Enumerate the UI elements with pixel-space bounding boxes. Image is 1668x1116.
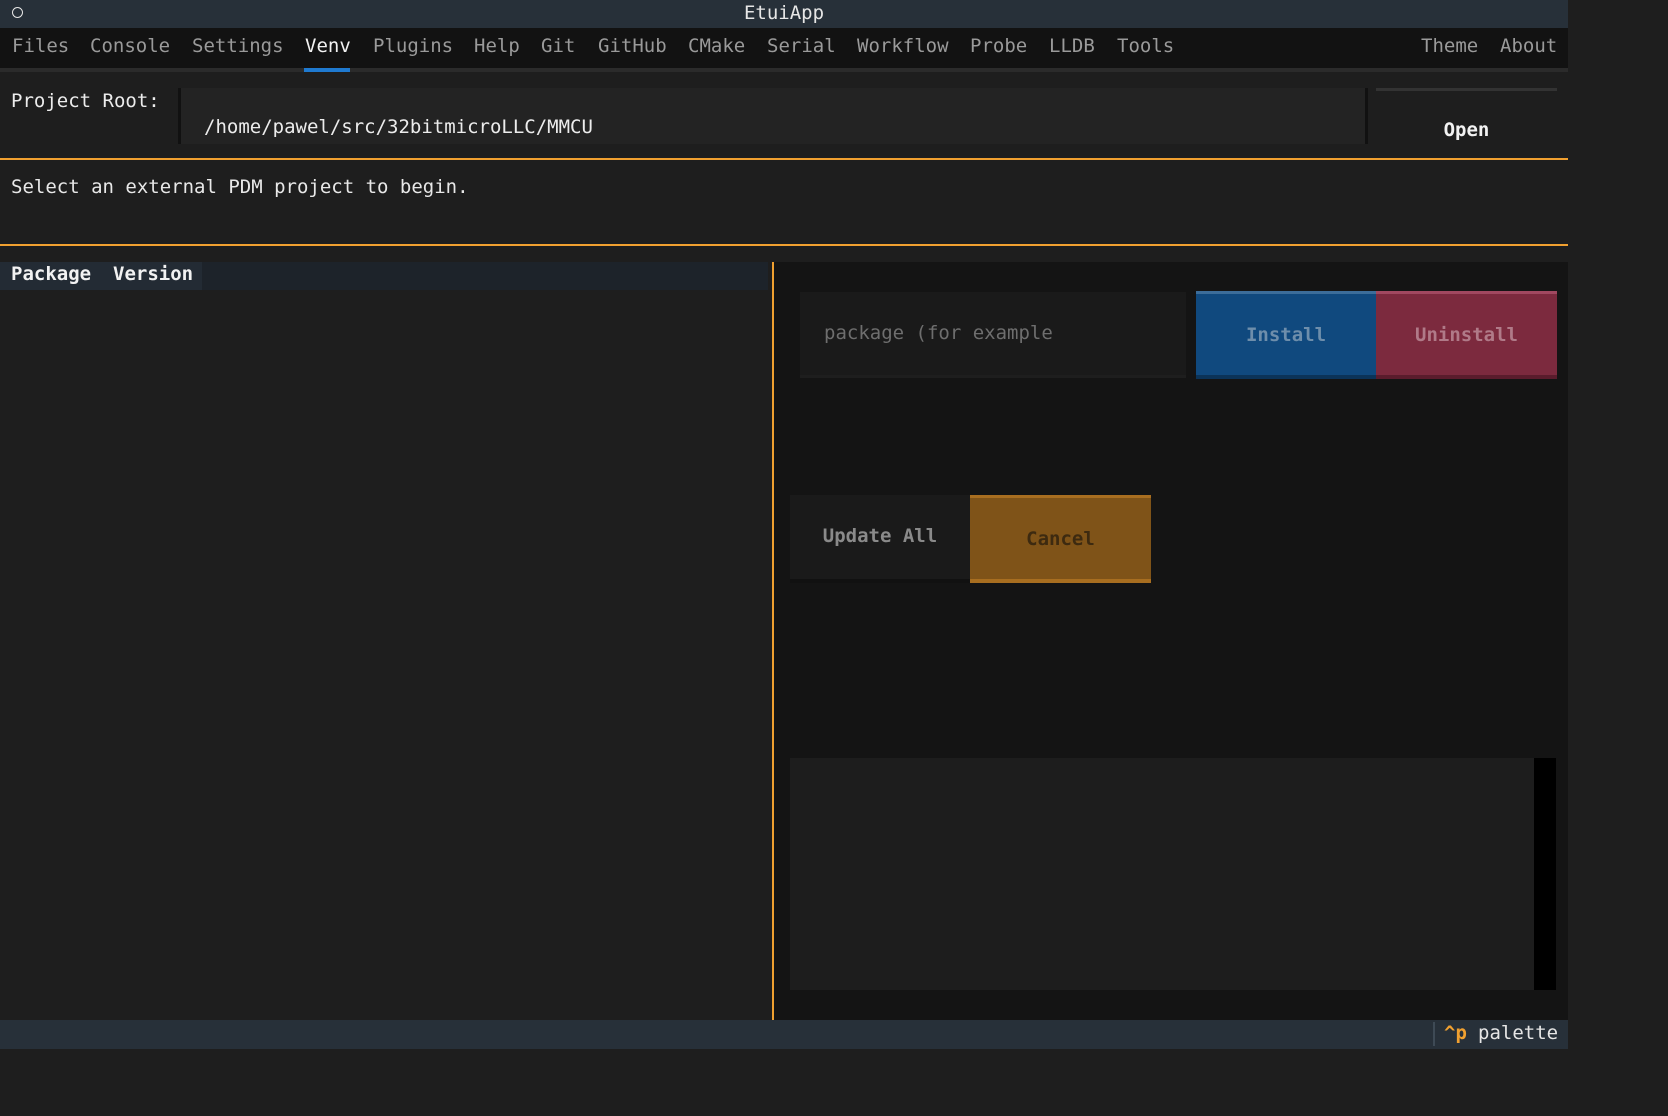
column-header-package[interactable]: Package	[11, 263, 91, 285]
tab-bar: Files Console Settings Venv Plugins Help…	[0, 28, 1568, 72]
tab-track	[0, 68, 1568, 72]
open-button[interactable]: Open	[1376, 88, 1557, 158]
column-header-version[interactable]: Version	[113, 263, 193, 285]
project-root-row: Project Root: /home/pawel/src/32bitmicro…	[0, 88, 1568, 158]
tab-probe[interactable]: Probe	[970, 32, 1027, 60]
cancel-button[interactable]: Cancel	[970, 495, 1151, 583]
actions-pane: package (for example Install Uninstall U…	[774, 262, 1568, 1020]
window-menu-icon[interactable]	[12, 7, 23, 18]
uninstall-button-label: Uninstall	[1415, 324, 1518, 346]
project-root-input[interactable]: /home/pawel/src/32bitmicroLLC/MMCU	[178, 88, 1368, 144]
tab-git[interactable]: Git	[541, 32, 575, 60]
output-log-scrollbar[interactable]	[1534, 758, 1556, 990]
status-message: Select an external PDM project to begin.	[11, 176, 469, 198]
tab-files[interactable]: Files	[12, 32, 69, 60]
tab-help[interactable]: Help	[474, 32, 520, 60]
update-all-button-label: Update All	[822, 525, 938, 547]
tab-workflow[interactable]: Workflow	[857, 32, 949, 60]
update-all-button[interactable]: Update All	[790, 495, 970, 583]
tab-github[interactable]: GitHub	[598, 32, 667, 60]
tab-settings[interactable]: Settings	[192, 32, 284, 60]
open-button-label: Open	[1443, 119, 1490, 141]
output-log[interactable]	[790, 758, 1534, 990]
packages-table-header: Package Version	[0, 262, 768, 290]
cancel-button-label: Cancel	[1026, 528, 1095, 550]
palette-shortcut-key[interactable]: ^p	[1444, 1022, 1467, 1044]
tab-plugins[interactable]: Plugins	[373, 32, 453, 60]
status-panel: Select an external PDM project to begin.	[0, 158, 1568, 246]
install-button-label: Install	[1245, 324, 1327, 346]
tab-lldb[interactable]: LLDB	[1049, 32, 1095, 60]
project-root-value: /home/pawel/src/32bitmicroLLC/MMCU	[204, 116, 593, 138]
title-bar: EtuiApp	[0, 0, 1568, 28]
package-input-placeholder: package (for example	[824, 322, 1053, 344]
install-button[interactable]: Install	[1196, 291, 1376, 379]
window-title: EtuiApp	[743, 2, 825, 24]
tab-venv[interactable]: Venv	[305, 32, 351, 60]
project-root-label: Project Root:	[11, 90, 160, 112]
tab-tools[interactable]: Tools	[1117, 32, 1174, 60]
footer-separator	[1433, 1022, 1435, 1046]
uninstall-button[interactable]: Uninstall	[1376, 291, 1557, 379]
tab-about[interactable]: About	[1500, 32, 1557, 60]
palette-shortcut-label[interactable]: palette	[1478, 1022, 1558, 1044]
tab-serial[interactable]: Serial	[767, 32, 836, 60]
tab-cmake[interactable]: CMake	[688, 32, 745, 60]
packages-pane: Package Version	[0, 262, 772, 1020]
footer-bar: ^p palette	[0, 1020, 1568, 1049]
tab-theme[interactable]: Theme	[1421, 32, 1478, 60]
package-input[interactable]: package (for example	[800, 292, 1186, 378]
active-tab-indicator	[304, 68, 350, 72]
tab-console[interactable]: Console	[90, 32, 170, 60]
